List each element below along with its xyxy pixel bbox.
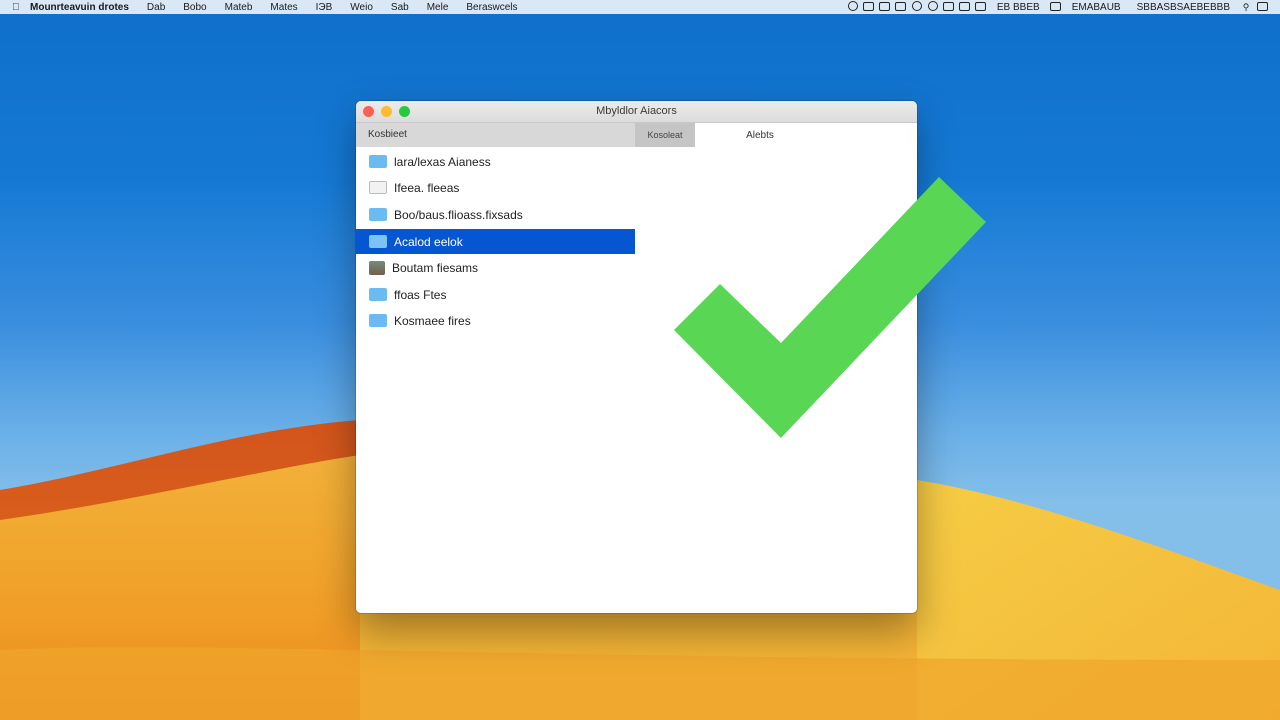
detail-tab-bar: Kosoleat Alebts xyxy=(635,123,917,148)
file-list-item-label: Acalod eelok xyxy=(394,234,463,249)
menu-item-2[interactable]: Bobo xyxy=(174,2,215,13)
folder-icon xyxy=(369,314,387,327)
folder-icon xyxy=(369,155,387,168)
document-icon xyxy=(369,181,387,194)
status-mail-icon[interactable] xyxy=(941,1,957,13)
menu-bar:  Mounrteavuin drotes Dab Bobo Mateb Mat… xyxy=(0,0,1280,14)
window-titlebar[interactable]: Mbyldlor Aiacors xyxy=(356,101,917,123)
file-list-item-label: Boo/baus.flioass.fixsads xyxy=(394,207,523,222)
menu-item-1[interactable]: Dab xyxy=(138,2,174,13)
folder-icon xyxy=(369,288,387,301)
menu-item-9[interactable]: Beraswcels xyxy=(457,2,526,13)
file-list-item-label: Boutam fiesams xyxy=(392,260,479,275)
image-icon xyxy=(369,260,385,275)
status-clock2-icon[interactable] xyxy=(925,1,941,13)
status-text-2[interactable]: EMABAUB xyxy=(1064,2,1129,13)
menu-item-8[interactable]: Mele xyxy=(418,2,458,13)
file-list-item[interactable]: ffoas Ftes xyxy=(356,282,635,307)
status-circle-icon[interactable] xyxy=(845,1,861,13)
menu-item-4[interactable]: Mates xyxy=(261,2,306,13)
file-list-item-label: Ifeea. fleeas xyxy=(394,180,460,195)
file-list-item[interactable]: Ifeea. fleeas xyxy=(356,175,635,200)
apple-menu-icon[interactable]:  xyxy=(0,2,26,13)
tab-active[interactable]: Kosoleat xyxy=(635,123,695,147)
file-list-item-label: ffoas Ftes xyxy=(394,287,447,302)
file-list-item-selected[interactable]: Acalod eelok xyxy=(356,229,635,254)
window-title: Mbyldlor Aiacors xyxy=(596,105,677,117)
status-window-icon[interactable] xyxy=(957,1,973,13)
menu-item-5[interactable]: IЭB xyxy=(307,2,342,13)
file-list: lara/lexas Aianess Ifeea. fleeas Boo/bau… xyxy=(356,147,636,613)
search-icon[interactable]: ⚲ xyxy=(1238,2,1254,13)
file-list-item-label: lara/lexas Aianess xyxy=(394,154,491,169)
tab-inactive[interactable]: Alebts xyxy=(695,123,825,147)
status-text-1[interactable]: EB BBEB xyxy=(989,2,1048,13)
status-box-icon[interactable] xyxy=(973,1,989,13)
detail-pane xyxy=(635,147,917,613)
status-bars-icon[interactable] xyxy=(893,1,909,13)
status-clock-icon[interactable] xyxy=(909,1,925,13)
status-image-icon[interactable] xyxy=(861,1,877,13)
control-center-icon[interactable] xyxy=(1254,1,1270,13)
file-list-item[interactable]: Boutam fiesams xyxy=(356,255,635,280)
menu-item-7[interactable]: Sab xyxy=(382,2,418,13)
menu-item-6[interactable]: Weio xyxy=(341,2,382,13)
menu-app-name[interactable]: Mounrteavuin drotes xyxy=(26,2,138,13)
menu-item-3[interactable]: Mateb xyxy=(216,2,262,13)
status-display-icon[interactable] xyxy=(1048,1,1064,13)
status-grid-icon[interactable] xyxy=(877,1,893,13)
file-list-item[interactable]: Kosmaee fires xyxy=(356,308,635,333)
finder-window: Mbyldlor Aiacors Kosbieet lara/lexas Aia… xyxy=(356,101,917,613)
file-list-item[interactable]: lara/lexas Aianess xyxy=(356,149,635,174)
file-list-item-label: Kosmaee fires xyxy=(394,313,471,328)
folder-icon xyxy=(369,208,387,221)
status-text-3[interactable]: SBBASBSAEBEBBB xyxy=(1129,2,1238,13)
sidebar-header: Kosbieet xyxy=(356,123,635,147)
file-list-item[interactable]: Boo/baus.flioass.fixsads xyxy=(356,202,635,227)
folder-icon xyxy=(369,235,387,248)
